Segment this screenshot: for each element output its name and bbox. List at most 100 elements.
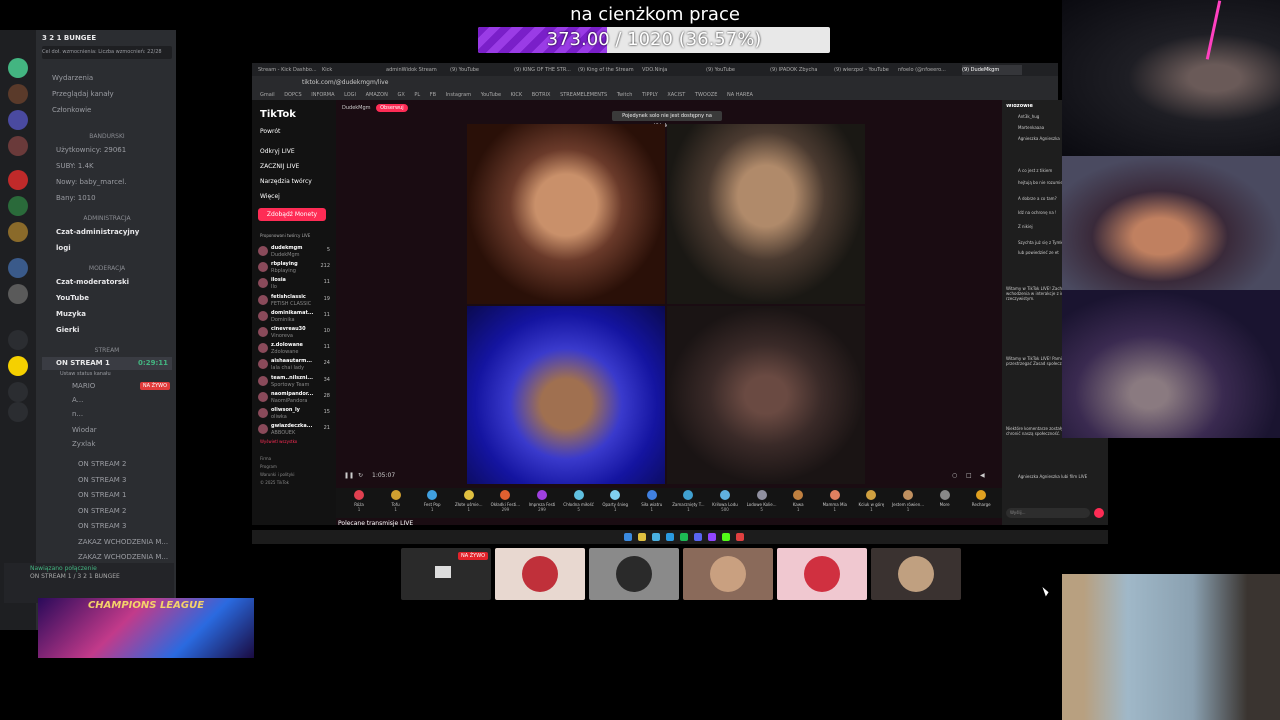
members-item[interactable]: Członkowie [42, 104, 172, 117]
gift-item[interactable]: Siła wiatru 1 [635, 488, 669, 518]
gift-item[interactable]: Zamarznięty T... 1 [671, 488, 705, 518]
voice-user[interactable]: n... [42, 408, 172, 421]
browser-tab[interactable]: Stream - Kick Dashbo... [258, 65, 318, 75]
suggested-creator[interactable]: aishaautarm... lala chai lady 24 [258, 357, 332, 373]
channel-youtube[interactable]: YouTube [42, 292, 172, 305]
gift-item[interactable]: Kawa 1 [781, 488, 815, 518]
voice-channel[interactable]: ON STREAM 3 [42, 474, 172, 487]
server-icon[interactable] [8, 170, 28, 190]
kick-icon[interactable] [722, 533, 730, 541]
suggested-creator[interactable]: naomipandor... NaomiPandora 28 [258, 390, 332, 406]
server-icon[interactable] [8, 196, 28, 216]
bookmark[interactable]: PL [414, 92, 420, 98]
start-icon[interactable] [624, 533, 632, 541]
voice-channel[interactable]: ON STREAM 2 [42, 505, 172, 518]
volume-icon[interactable]: ◀ [980, 468, 985, 484]
bookmark[interactable]: INFORMA [311, 92, 334, 98]
discord-icon[interactable] [694, 533, 702, 541]
guest-tile[interactable] [589, 548, 679, 600]
bookmark[interactable]: Twitch [617, 92, 633, 98]
bookmark[interactable]: XACIST [667, 92, 685, 98]
server-icon[interactable] [8, 222, 28, 242]
voice-channel[interactable]: ON STREAM 1 [42, 489, 172, 502]
nav-explore-live[interactable]: Odkryj LIVE [260, 148, 295, 155]
explorer-icon[interactable] [638, 533, 646, 541]
tiktok-logo[interactable]: TikTok [260, 109, 296, 120]
browser-tab[interactable]: Kick [322, 65, 382, 75]
browser-tab[interactable]: (9) IPADOK Zbycha [770, 65, 830, 75]
show-all-link[interactable]: Wyświetl wszystko [260, 439, 297, 444]
browser-icon[interactable] [652, 533, 660, 541]
bookmark[interactable]: KICK [511, 92, 523, 98]
server-icon[interactable] [8, 110, 28, 130]
bookmark[interactable]: Instagram [446, 92, 471, 98]
bookmark[interactable]: DOPCS [284, 92, 301, 98]
gift-item[interactable]: More [928, 488, 962, 518]
gift-item[interactable]: Impreza Festi 299 [525, 488, 559, 518]
bookmark[interactable]: YouTube [481, 92, 501, 98]
footer-link[interactable]: Warunki i polityki [260, 472, 295, 477]
server-icon[interactable] [8, 356, 28, 376]
channel-logs[interactable]: logi [42, 242, 172, 255]
category-moderation[interactable]: MODERACJA [42, 262, 172, 275]
browser-tab[interactable]: VDO.Ninja [642, 65, 702, 75]
voice-channel[interactable]: ZAKAZ WCHODZENIA M... [42, 536, 172, 549]
guest-tile[interactable] [495, 548, 585, 600]
gift-item[interactable]: Jestem rówien... 1 [891, 488, 925, 518]
gift-item[interactable]: Recharge [964, 488, 998, 518]
server-icon[interactable] [8, 284, 28, 304]
suggested-creator[interactable]: rbplaying Rbplaying 212 [258, 260, 332, 276]
footer-link[interactable]: Firma [260, 456, 271, 461]
refresh-icon[interactable]: ↻ [358, 468, 363, 484]
browser-tab[interactable]: (9) King of the Stream [578, 65, 638, 75]
chrome-icon[interactable] [736, 533, 744, 541]
spotify-icon[interactable] [680, 533, 688, 541]
voice-channel[interactable]: ON STREAM 3 [42, 520, 172, 533]
bookmark[interactable]: AMAZON [366, 92, 388, 98]
nav-go-live[interactable]: ZACZNIJ LIVE [260, 163, 299, 170]
connected-channel[interactable]: ON STREAM 1 / 3 2 1 BUNGEE [30, 573, 120, 580]
browser-tab[interactable]: adminWidok Stream [386, 65, 446, 75]
voice-channel[interactable]: ON STREAM 2 [42, 458, 172, 471]
gift-item[interactable]: Róża 1 [342, 488, 376, 518]
suggested-creator[interactable]: dominikamat... Dominika 11 [258, 309, 332, 325]
gift-item[interactable]: Mamma Mia 1 [818, 488, 852, 518]
channel-music[interactable]: Muzyka [42, 308, 172, 321]
events-item[interactable]: Wydarzenia [42, 72, 172, 85]
channel-mod-chat[interactable]: Czat-moderatorski [42, 276, 172, 289]
suggested-creator[interactable]: oliwson_ly oliwka 15 [258, 406, 332, 422]
fullscreen-icon[interactable]: □ [966, 468, 972, 484]
gift-item[interactable]: Chłodna miłość 5 [562, 488, 596, 518]
video-guest-1[interactable] [467, 124, 665, 304]
get-coins-button[interactable]: Zdobądź Monety [258, 208, 326, 221]
voice-user[interactable]: A... [42, 394, 172, 407]
browser-tab[interactable]: (9) KING OF THE STR... [514, 65, 574, 75]
suggested-creator[interactable]: fetishclassic FETISH CLASSIC 19 [258, 293, 332, 309]
server-icon[interactable] [8, 136, 28, 156]
browser-tab[interactable]: (9) YouTube [706, 65, 766, 75]
browser-tab[interactable]: nfoelo (@nfoeero... [898, 65, 958, 75]
bookmark[interactable]: GX [397, 92, 404, 98]
nav-back[interactable]: Powrót [260, 128, 280, 135]
add-server-icon[interactable] [8, 382, 28, 402]
video-guest-2[interactable] [667, 124, 865, 304]
bookmark[interactable]: LOGI [344, 92, 356, 98]
bookmark[interactable]: FB [430, 92, 436, 98]
bookmark[interactable]: STREAMELEMENTS [560, 92, 607, 98]
guest-tile[interactable] [683, 548, 773, 600]
gift-item[interactable]: Tofu 1 [379, 488, 413, 518]
bookmark[interactable]: TIPPLY [642, 92, 658, 98]
suggested-creator[interactable]: cinevreau30 Vinoreva 10 [258, 325, 332, 341]
voice-user[interactable]: Wiodar [42, 424, 172, 437]
browse-channels-item[interactable]: Przeglądaj kanały [42, 88, 172, 101]
address-bar[interactable]: tiktok.com/@dudekmgm/live [252, 76, 1058, 90]
video-guest-3[interactable] [467, 306, 665, 484]
server-icon[interactable] [8, 58, 28, 78]
gift-item[interactable]: Kriłowa Lodu 500 [708, 488, 742, 518]
suggested-creator[interactable]: gwiazdeczka... ABBOUEK 21 [258, 422, 332, 438]
gift-item[interactable]: Okładki Festi... 299 [488, 488, 522, 518]
nav-creator-tools[interactable]: Narzędzia twórcy [260, 178, 312, 185]
suggested-creator[interactable]: ilosia Ilo 11 [258, 276, 332, 292]
settings-icon[interactable]: ○ [952, 468, 957, 484]
like-heart-icon[interactable] [1094, 508, 1104, 518]
